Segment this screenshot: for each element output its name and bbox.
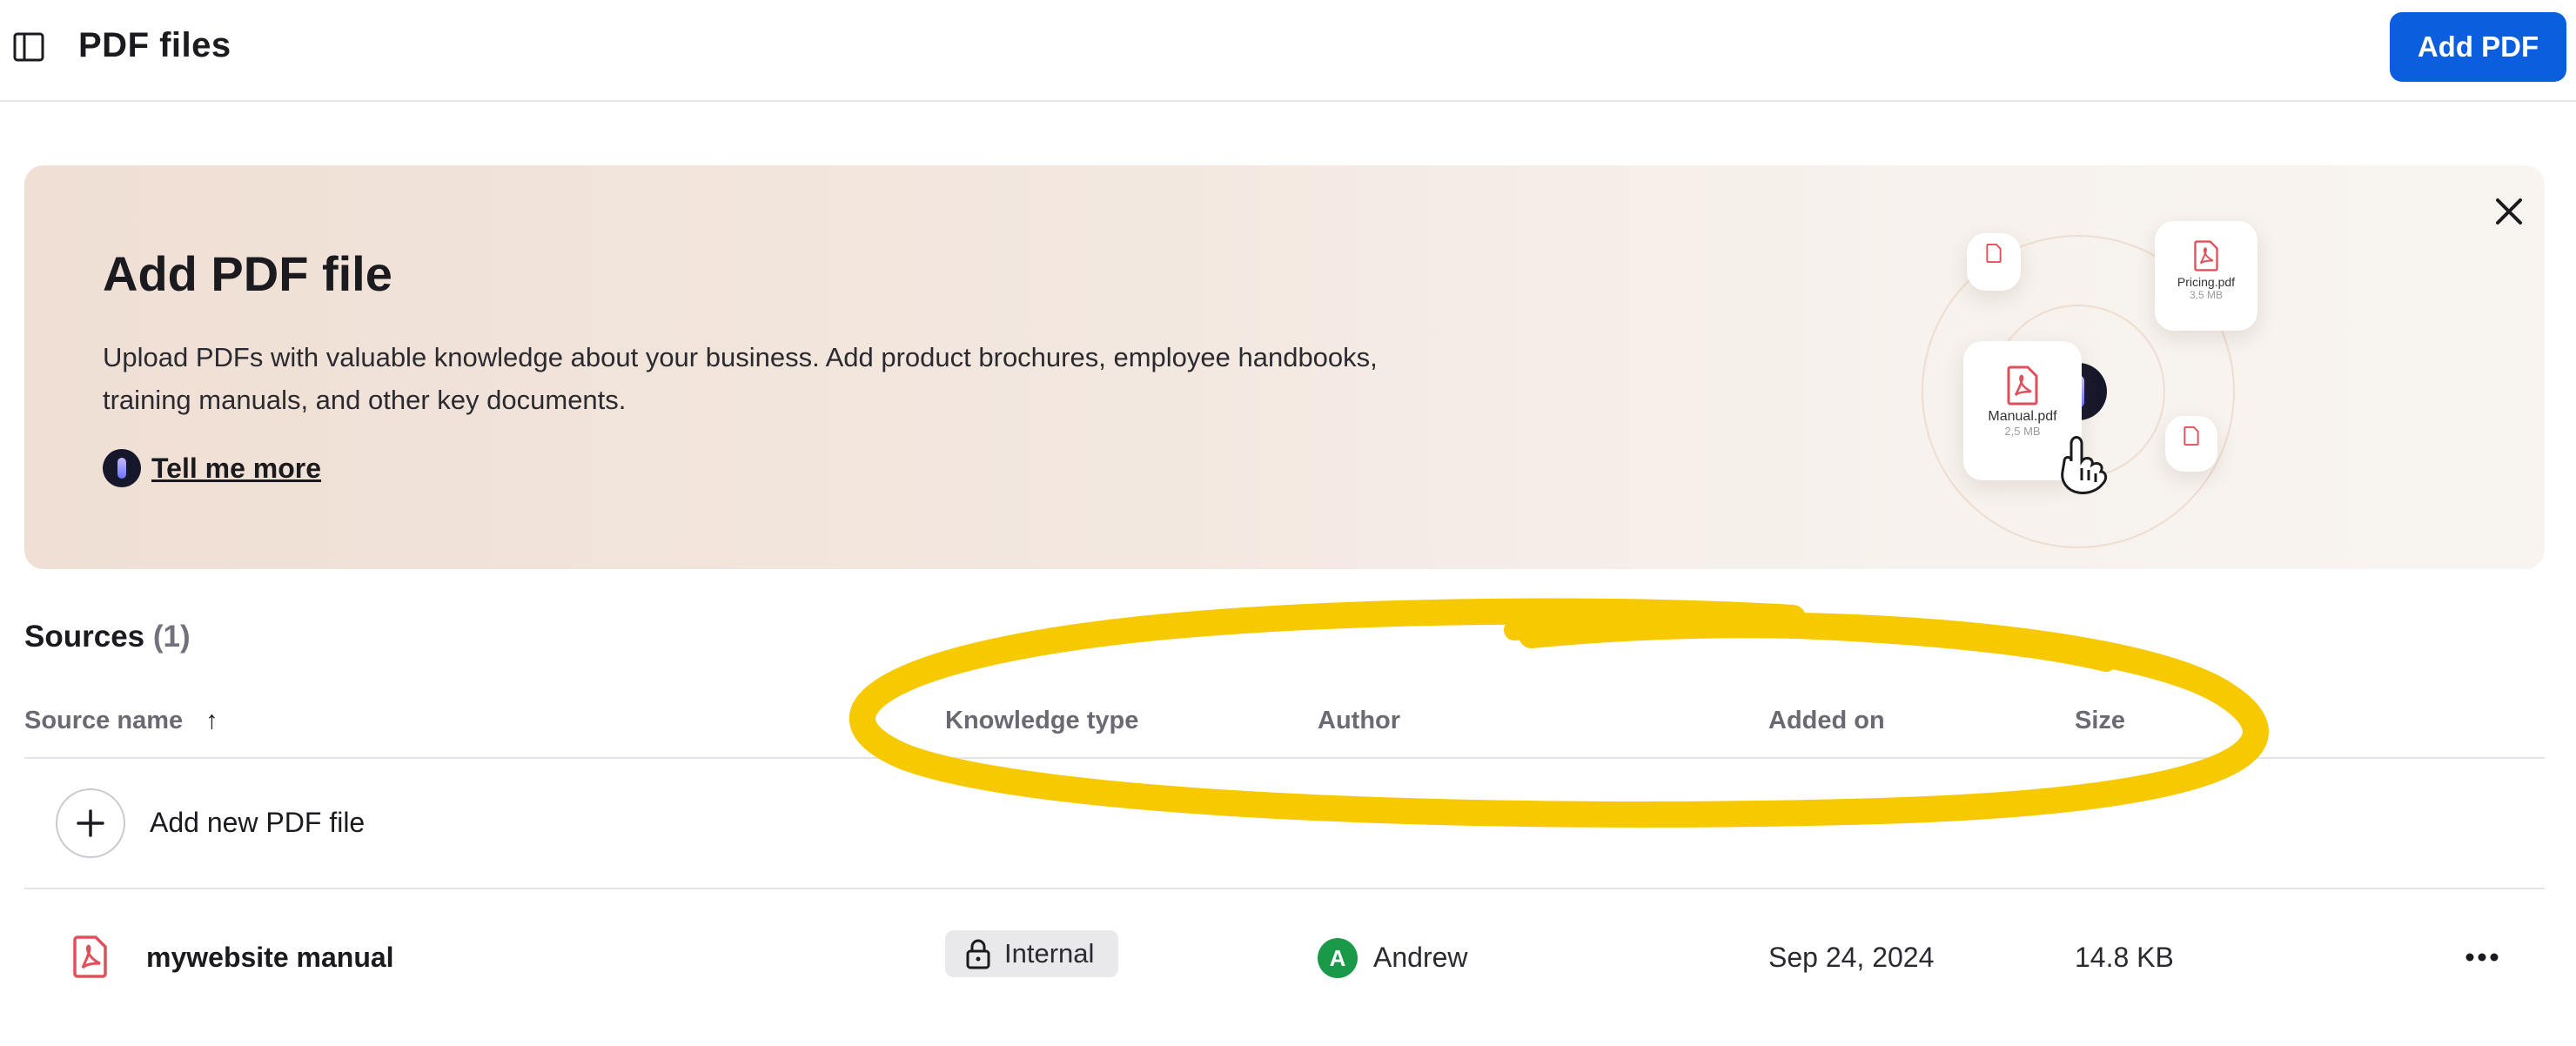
close-banner-button[interactable] [2487, 190, 2531, 233]
top-bar: PDF files Add PDF [0, 0, 2576, 102]
tell-me-more-label: Tell me more [151, 452, 322, 484]
banner-description: Upload PDFs with valuable knowledge abou… [103, 342, 1378, 415]
column-header-knowledge-type[interactable]: Knowledge type [945, 707, 1138, 735]
more-horizontal-icon [2465, 953, 2499, 962]
sources-title: Sources [24, 620, 145, 654]
tell-me-more-link[interactable]: Tell me more [103, 449, 321, 487]
file-name[interactable]: mywebsite manual [146, 942, 394, 974]
mini-pdf-card [1967, 233, 2021, 291]
pricing-pdf-card: Pricing.pdf 3,5 MB [2155, 221, 2257, 331]
sidebar-toggle-icon[interactable] [12, 31, 45, 63]
column-header-added-on[interactable]: Added on [1768, 707, 1885, 735]
pdf-illustration: Manual.pdf 2,5 MB Pricing.pdf 3,5 MB [1817, 218, 2304, 548]
assistant-orb-icon [103, 449, 141, 487]
card-file-size: 2,5 MB [2004, 425, 2041, 438]
page-title: PDF files [78, 26, 231, 64]
knowledge-type-badge: Internal [945, 930, 1119, 977]
added-on-date: Sep 24, 2024 [1768, 942, 1935, 973]
sources-heading: Sources (1) [24, 620, 191, 654]
column-label: Source name [24, 707, 184, 734]
card-file-name: Pricing.pdf [2177, 275, 2236, 289]
column-header-author[interactable]: Author [1318, 707, 1400, 735]
pdf-icon [1986, 244, 2002, 263]
author-name: Andrew [1373, 942, 1468, 973]
pdf-file-icon [73, 935, 107, 978]
file-size: 14.8 KB [2075, 942, 2174, 973]
column-header-size[interactable]: Size [2075, 707, 2125, 735]
add-button[interactable] [56, 788, 125, 858]
close-icon [2496, 198, 2522, 225]
banner-title: Add PDF file [103, 246, 392, 301]
card-file-name: Manual.pdf [1988, 409, 2057, 424]
sources-count: (1) [152, 620, 191, 654]
column-header-source-name[interactable]: Source name ↑ [24, 707, 218, 735]
hand-pointer-icon [2061, 436, 2108, 494]
table-row[interactable]: mywebsite manual Internal A Andrew Sep 2… [24, 891, 2545, 1022]
add-new-pdf-label: Add new PDF file [150, 807, 366, 838]
lock-icon [966, 939, 990, 969]
mini-pdf-card [2165, 416, 2217, 472]
plus-icon [77, 809, 104, 837]
card-file-size: 3,5 MB [2189, 289, 2223, 301]
avatar: A [1318, 938, 1358, 978]
add-new-pdf-row[interactable]: Add new PDF file [24, 759, 2545, 889]
pdf-icon [2184, 426, 2199, 446]
pdf-icon [2194, 240, 2218, 272]
knowledge-type-label: Internal [1004, 938, 1095, 969]
pdf-icon [2007, 365, 2038, 406]
add-pdf-banner: Add PDF file Upload PDFs with valuable k… [24, 165, 2545, 569]
add-pdf-button[interactable]: Add PDF [2390, 12, 2566, 82]
more-options-button[interactable] [2458, 936, 2506, 978]
sort-ascending-icon: ↑ [205, 707, 218, 734]
